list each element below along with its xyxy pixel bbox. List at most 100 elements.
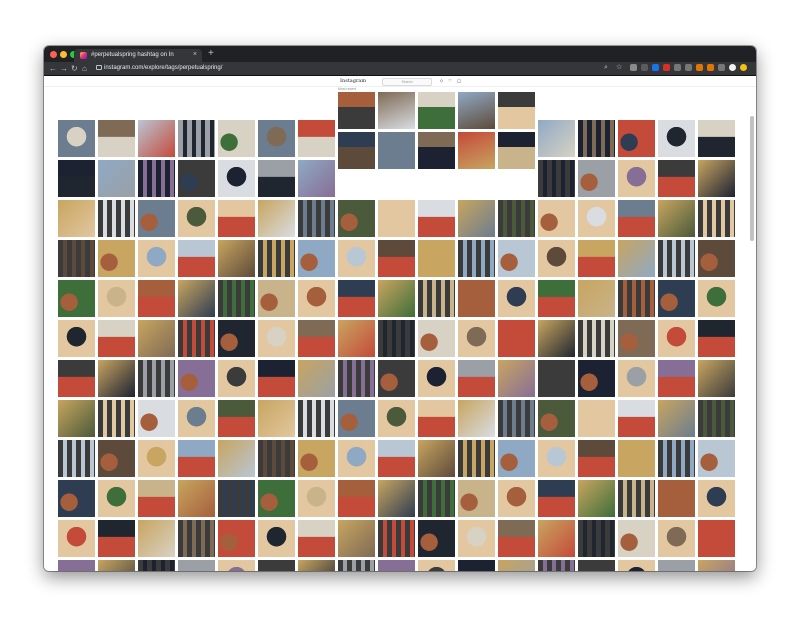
post-thumbnail[interactable]	[698, 520, 735, 557]
post-thumbnail[interactable]	[498, 132, 535, 169]
post-thumbnail[interactable]	[698, 200, 735, 237]
post-thumbnail[interactable]	[298, 400, 335, 437]
post-thumbnail[interactable]	[458, 92, 495, 129]
post-thumbnail[interactable]	[618, 320, 655, 357]
post-thumbnail[interactable]	[658, 240, 695, 277]
post-thumbnail[interactable]	[298, 440, 335, 477]
post-thumbnail[interactable]	[538, 520, 575, 557]
post-thumbnail[interactable]	[298, 520, 335, 557]
post-thumbnail[interactable]	[578, 400, 615, 437]
post-thumbnail[interactable]	[578, 360, 615, 397]
post-thumbnail[interactable]	[98, 440, 135, 477]
post-thumbnail[interactable]	[458, 400, 495, 437]
forward-button[interactable]: →	[60, 63, 68, 74]
post-thumbnail[interactable]	[298, 200, 335, 237]
post-thumbnail[interactable]	[418, 200, 455, 237]
post-thumbnail[interactable]	[578, 200, 615, 237]
extension-icon[interactable]	[663, 64, 670, 71]
post-thumbnail[interactable]	[258, 200, 295, 237]
post-thumbnail[interactable]	[338, 200, 375, 237]
post-thumbnail[interactable]	[618, 240, 655, 277]
post-thumbnail[interactable]	[98, 280, 135, 317]
extension-icon[interactable]	[740, 64, 747, 71]
post-thumbnail[interactable]	[298, 240, 335, 277]
post-thumbnail[interactable]	[298, 360, 335, 397]
post-thumbnail[interactable]	[98, 360, 135, 397]
post-thumbnail[interactable]	[98, 320, 135, 357]
post-thumbnail[interactable]	[618, 120, 655, 157]
post-thumbnail[interactable]	[138, 480, 175, 517]
post-thumbnail[interactable]	[578, 440, 615, 477]
post-thumbnail[interactable]	[698, 280, 735, 317]
extension-icon[interactable]	[685, 64, 692, 71]
post-thumbnail[interactable]	[298, 160, 335, 197]
post-thumbnail[interactable]	[618, 560, 655, 571]
post-thumbnail[interactable]	[178, 320, 215, 357]
post-thumbnail[interactable]	[298, 280, 335, 317]
post-thumbnail[interactable]	[58, 160, 95, 197]
instagram-logo[interactable]: Instagram	[340, 76, 366, 86]
post-thumbnail[interactable]	[578, 120, 615, 157]
post-thumbnail[interactable]	[178, 160, 215, 197]
post-thumbnail[interactable]	[458, 200, 495, 237]
post-thumbnail[interactable]	[58, 440, 95, 477]
post-thumbnail[interactable]	[378, 440, 415, 477]
post-thumbnail[interactable]	[658, 480, 695, 517]
back-button[interactable]: ←	[49, 63, 57, 74]
post-thumbnail[interactable]	[258, 240, 295, 277]
post-thumbnail[interactable]	[418, 520, 455, 557]
post-thumbnail[interactable]	[458, 480, 495, 517]
post-thumbnail[interactable]	[178, 480, 215, 517]
post-thumbnail[interactable]	[178, 120, 215, 157]
post-thumbnail[interactable]	[698, 120, 735, 157]
search-input[interactable]: Search	[382, 78, 432, 86]
post-thumbnail[interactable]	[98, 560, 135, 571]
post-thumbnail[interactable]	[298, 120, 335, 157]
post-thumbnail[interactable]	[418, 132, 455, 169]
post-thumbnail[interactable]	[378, 280, 415, 317]
post-thumbnail[interactable]	[658, 120, 695, 157]
post-thumbnail[interactable]	[578, 160, 615, 197]
post-thumbnail[interactable]	[218, 320, 255, 357]
post-thumbnail[interactable]	[498, 520, 535, 557]
post-thumbnail[interactable]	[258, 280, 295, 317]
post-thumbnail[interactable]	[618, 280, 655, 317]
post-thumbnail[interactable]	[218, 400, 255, 437]
post-thumbnail[interactable]	[338, 320, 375, 357]
post-thumbnail[interactable]	[378, 240, 415, 277]
post-thumbnail[interactable]	[298, 560, 335, 571]
post-thumbnail[interactable]	[658, 440, 695, 477]
post-thumbnail[interactable]	[538, 200, 575, 237]
search-icon[interactable]: ⌕	[604, 63, 608, 72]
post-thumbnail[interactable]	[218, 480, 255, 517]
post-thumbnail[interactable]	[58, 520, 95, 557]
post-thumbnail[interactable]	[698, 400, 735, 437]
post-thumbnail[interactable]	[498, 240, 535, 277]
post-thumbnail[interactable]	[338, 480, 375, 517]
extension-icon[interactable]	[707, 64, 714, 71]
post-thumbnail[interactable]	[578, 240, 615, 277]
post-thumbnail[interactable]	[658, 200, 695, 237]
extension-icon[interactable]	[630, 64, 637, 71]
post-thumbnail[interactable]	[498, 360, 535, 397]
post-thumbnail[interactable]	[698, 160, 735, 197]
post-thumbnail[interactable]	[698, 360, 735, 397]
post-thumbnail[interactable]	[138, 120, 175, 157]
post-thumbnail[interactable]	[258, 440, 295, 477]
post-thumbnail[interactable]	[258, 160, 295, 197]
post-thumbnail[interactable]	[178, 240, 215, 277]
post-thumbnail[interactable]	[498, 480, 535, 517]
post-thumbnail[interactable]	[218, 560, 255, 571]
post-thumbnail[interactable]	[98, 240, 135, 277]
post-thumbnail[interactable]	[578, 520, 615, 557]
post-thumbnail[interactable]	[378, 200, 415, 237]
tab-close-icon[interactable]: ×	[193, 50, 197, 59]
post-thumbnail[interactable]	[658, 280, 695, 317]
post-thumbnail[interactable]	[618, 360, 655, 397]
post-thumbnail[interactable]	[218, 360, 255, 397]
post-thumbnail[interactable]	[58, 120, 95, 157]
post-thumbnail[interactable]	[218, 120, 255, 157]
post-thumbnail[interactable]	[338, 520, 375, 557]
post-thumbnail[interactable]	[658, 520, 695, 557]
post-thumbnail[interactable]	[658, 160, 695, 197]
